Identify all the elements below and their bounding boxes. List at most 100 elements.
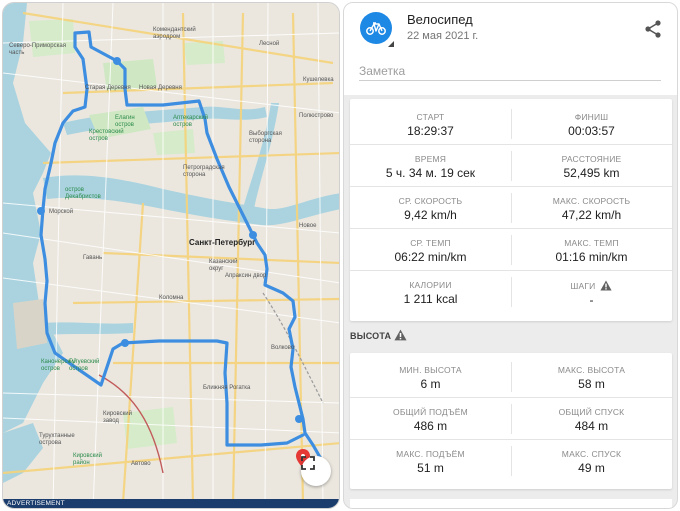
stat-label: ФИНИШ	[574, 112, 609, 122]
map-label: Волково	[271, 345, 295, 351]
share-button[interactable]	[643, 19, 663, 39]
stat-value: 1 211 kcal	[403, 292, 458, 306]
map-label: Казанский округ	[209, 259, 238, 272]
map-label: Полюстрово	[299, 113, 334, 119]
stat-value: 486 m	[413, 419, 448, 433]
map-label: Елагин остров	[115, 115, 135, 128]
note-input[interactable]	[359, 61, 661, 81]
stat-total-descent: ОБЩИЙ СПУСК 484 m	[511, 398, 672, 440]
stat-avg-speed: СР. СКОРОСТЬ 9,42 km/h	[350, 187, 511, 229]
map-label: Гавань	[83, 255, 103, 261]
map-label: Кировский район	[73, 453, 102, 466]
stat-row: СТАРТ 18:29:37 ФИНИШ 00:03:57	[350, 103, 672, 145]
warning-icon[interactable]	[394, 329, 407, 341]
stat-label: МАКС. ВЫСОТА	[557, 365, 626, 375]
stat-total-ascent: ОБЩИЙ ПОДЪЁМ 486 m	[350, 398, 511, 440]
stat-start: СТАРТ 18:29:37	[350, 103, 511, 145]
stat-label: МАКС. ТЕМП	[564, 238, 619, 248]
map-label: Петроградская сторона	[183, 165, 225, 178]
bicycle-icon	[366, 22, 386, 35]
map-label: Новая Деревня	[139, 85, 182, 91]
activity-date: 22 мая 2021 г.	[407, 30, 479, 42]
stat-value: 484 m	[574, 419, 609, 433]
stat-label: СР. ТЕМП	[410, 238, 451, 248]
map-label: Кушелевка	[303, 77, 334, 83]
map-label: Новое	[299, 223, 317, 229]
stat-value: 52,495 km	[563, 166, 620, 180]
share-icon	[645, 20, 661, 38]
map-label: Северо-Приморская часть	[9, 43, 66, 56]
stat-value: 6 m	[420, 377, 441, 391]
stat-max-ascent: МАКС. ПОДЪЁМ 51 m	[350, 440, 511, 482]
route-map[interactable]: Северо-Приморская часть Комендантский аэ…	[2, 2, 340, 509]
stat-max-elevation: МАКС. ВЫСОТА 58 m	[511, 356, 672, 398]
stat-label: СТАРТ	[416, 112, 445, 122]
map-label: Ближняя Рогатка	[203, 385, 251, 391]
stat-value: 51 m	[417, 461, 444, 475]
stat-row: ОБЩИЙ ПОДЪЁМ 486 m ОБЩИЙ СПУСК 484 m	[350, 398, 672, 440]
stat-calories: КАЛОРИИ 1 211 kcal	[350, 271, 511, 313]
stat-label: РАССТОЯНИЕ	[561, 154, 622, 164]
stat-value: 01:16 min/km	[555, 250, 628, 264]
stat-min-elevation: МИН. ВЫСОТА 6 m	[350, 356, 511, 398]
map-label: Кировский завод	[103, 411, 132, 424]
map-label: Коломна	[159, 295, 184, 301]
activity-title: Велосипед	[407, 12, 473, 27]
map-label: Старая Деревня	[85, 85, 131, 91]
stat-max-descent: МАКС. СПУСК 49 m	[511, 440, 672, 482]
elevation-card: МИН. ВЫСОТА 6 m МАКС. ВЫСОТА 58 m ОБЩИЙ ПО…	[350, 353, 672, 489]
stat-row: СР. ТЕМП 06:22 min/km МАКС. ТЕМП 01:16 min…	[350, 229, 672, 271]
stat-max-speed: МАКС. СКОРОСТЬ 47,22 km/h	[511, 187, 672, 229]
app-root: Северо-Приморская часть Комендантский аэ…	[0, 0, 680, 511]
stat-row: ВРЕМЯ 5 ч. 34 м. 19 сек РАССТОЯНИЕ 52,495 …	[350, 145, 672, 187]
map-label: Аптекарский остров	[173, 115, 209, 128]
stat-value: 58 m	[578, 377, 605, 391]
section-title-elevation: ВЫСОТА	[350, 331, 392, 341]
map-label: Апраксин двор	[225, 273, 267, 279]
stat-value: 5 ч. 34 м. 19 сек	[385, 166, 476, 180]
stat-row: МИН. ВЫСОТА 6 m МАКС. ВЫСОТА 58 m	[350, 356, 672, 398]
stat-value: -	[589, 293, 594, 307]
activity-details: Велосипед 22 мая 2021 г. СТАРТ 18:29:37 Ф…	[343, 2, 678, 509]
map-label: Комендантский аэродром	[153, 27, 196, 40]
stat-value: 47,22 km/h	[561, 208, 622, 222]
activity-type-button[interactable]	[360, 12, 392, 44]
stat-value: 00:03:57	[568, 124, 615, 138]
map-label: Гутуевский остров	[69, 359, 100, 372]
stat-label: КАЛОРИИ	[409, 280, 452, 290]
map-label: Лесной	[259, 41, 280, 47]
next-section-stub	[350, 499, 672, 508]
warning-icon[interactable]	[600, 280, 613, 291]
stat-steps: ШАГИ -	[511, 271, 672, 313]
stats-card: СТАРТ 18:29:37 ФИНИШ 00:03:57 ВРЕМЯ 5 ч. 34…	[350, 99, 672, 321]
stat-avg-pace: СР. ТЕМП 06:22 min/km	[350, 229, 511, 271]
stat-value: 06:22 min/km	[394, 250, 467, 264]
stat-label: ОБЩИЙ СПУСК	[558, 407, 625, 417]
stat-value: 18:29:37	[407, 124, 454, 138]
expand-map-button[interactable]	[301, 456, 331, 486]
map-label: Крестовский остров	[89, 129, 124, 142]
map-label: Выборгская сторона	[249, 131, 282, 144]
stat-label: МАКС. СКОРОСТЬ	[552, 196, 631, 206]
advertisement-banner[interactable]: ADVERTISEMENT	[3, 499, 339, 508]
stat-value: 49 m	[578, 461, 605, 475]
expand-icon	[301, 456, 315, 470]
stat-value: 9,42 km/h	[404, 208, 457, 222]
stat-label: МАКС. ПОДЪЁМ	[396, 449, 465, 459]
stat-label: МАКС. СПУСК	[561, 449, 622, 459]
stat-label: МИН. ВЫСОТА	[399, 365, 462, 375]
stat-finish: ФИНИШ 00:03:57	[511, 103, 672, 145]
stat-label: СР. СКОРОСТЬ	[398, 196, 463, 206]
stat-distance: РАССТОЯНИЕ 52,495 km	[511, 145, 672, 187]
stat-time: ВРЕМЯ 5 ч. 34 м. 19 сек	[350, 145, 511, 187]
dropdown-corner-icon	[388, 41, 394, 47]
stat-label: ШАГИ	[570, 281, 596, 291]
map-label-city: Санкт-Петербург	[189, 238, 256, 247]
stat-row: КАЛОРИИ 1 211 kcal ШАГИ -	[350, 271, 672, 313]
map-label: Турухтанные острова	[39, 433, 75, 446]
stat-row: СР. СКОРОСТЬ 9,42 km/h МАКС. СКОРОСТЬ 47,2…	[350, 187, 672, 229]
stat-max-pace: МАКС. ТЕМП 01:16 min/km	[511, 229, 672, 271]
map-label: остров Декабристов	[65, 187, 101, 200]
map-label: Морской	[49, 209, 74, 215]
map-label: Автово	[131, 461, 151, 467]
